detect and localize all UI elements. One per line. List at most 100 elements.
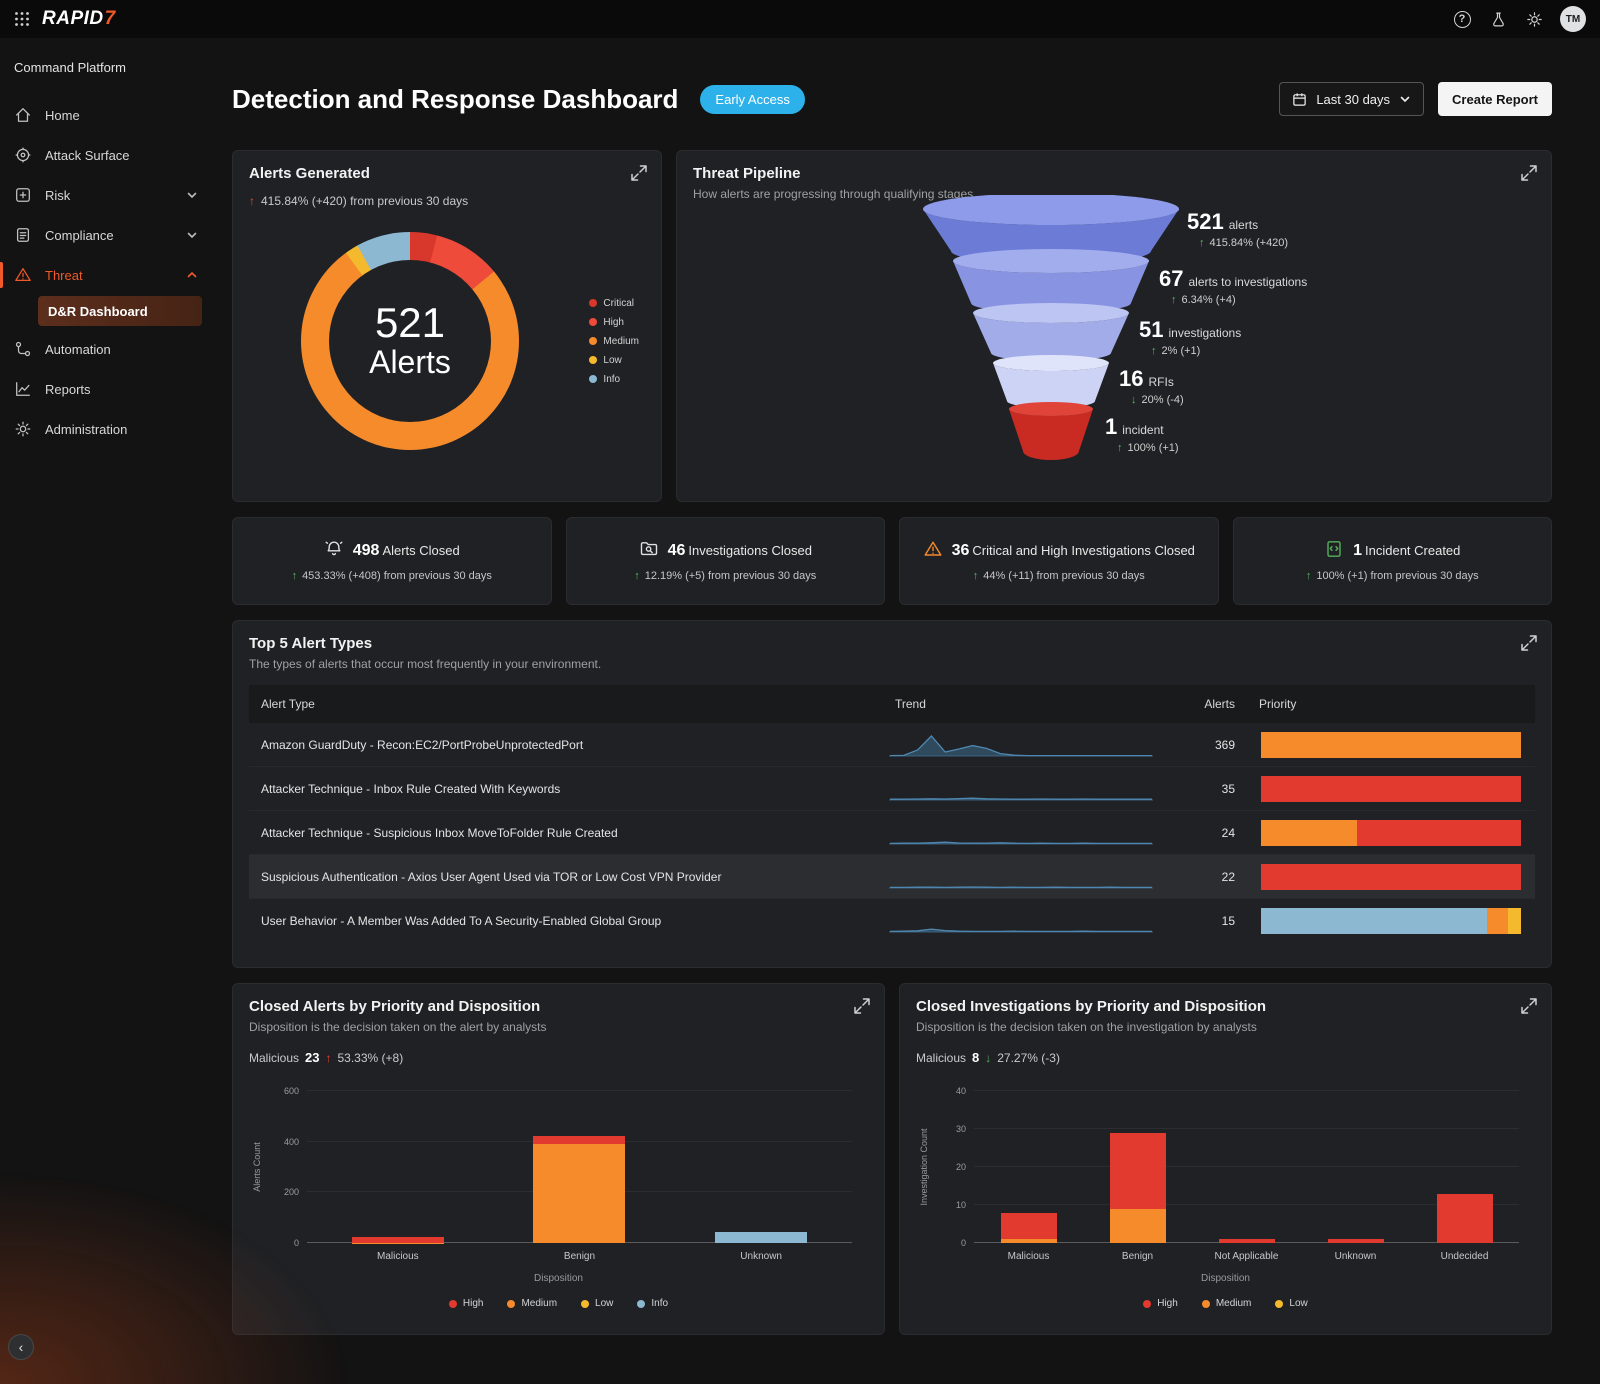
whats-new-beaker-icon[interactable] <box>1488 9 1508 29</box>
trend-sparkline <box>889 774 1153 804</box>
donut-legend-item: Medium <box>589 336 639 347</box>
early-access-badge[interactable]: Early Access <box>700 85 804 114</box>
administration-gear-icon <box>14 420 32 438</box>
sidebar: Command Platform Home Attack Surface Ris… <box>0 38 212 1384</box>
chevron-down-icon <box>1399 93 1411 105</box>
card-title: Closed Investigations by Priority and Di… <box>916 998 1535 1015</box>
category-label: Unknown <box>740 1251 782 1262</box>
compliance-icon <box>14 226 32 244</box>
critical-high-investigations-stat-card: 36Critical and High Investigations Close… <box>899 517 1219 605</box>
x-axis-label: Disposition <box>916 1273 1535 1284</box>
alerts-closed-stat-card: 498Alerts Closed ↑453.33% (+408) from pr… <box>232 517 552 605</box>
sidebar-item-automation[interactable]: Automation <box>0 329 212 369</box>
investigations-closed-stat-card: 46Investigations Closed ↑12.19% (+5) fro… <box>566 517 886 605</box>
sidebar-item-compliance[interactable]: Compliance <box>0 215 212 255</box>
priority-bar <box>1261 820 1521 846</box>
legend-dot <box>589 299 597 307</box>
alert-type-row[interactable]: User Behavior - A Member Was Added To A … <box>249 899 1535 943</box>
y-axis-label: Investigation Count <box>919 1128 929 1205</box>
sidebar-nav: Home Attack Surface Risk Compliance Thre… <box>0 95 212 449</box>
stacked-bar[interactable]: Malicious <box>352 1091 444 1243</box>
y-axis-label: Alerts Count <box>252 1142 262 1192</box>
donut-legend: CriticalHighMediumLowInfo <box>589 298 639 385</box>
home-icon <box>14 106 32 124</box>
date-range-selector[interactable]: Last 30 days <box>1279 82 1424 116</box>
alerts-generated-card: Alerts Generated ↑ 415.84% (+420) from p… <box>232 150 662 502</box>
legend-dot <box>589 356 597 364</box>
alerts-donut-chart[interactable]: 521 Alerts <box>301 232 519 450</box>
sidebar-item-dr-dashboard[interactable]: D&R Dashboard <box>38 296 202 326</box>
category-label: Malicious <box>377 1251 419 1262</box>
stacked-bar[interactable]: Not Applicable <box>1219 1091 1275 1243</box>
risk-icon <box>14 186 32 204</box>
malicious-summary: Malicious 23 ↑ 53.33% (+8) <box>249 1050 868 1065</box>
expand-icon[interactable] <box>1520 997 1538 1015</box>
help-icon[interactable]: ? <box>1452 9 1472 29</box>
app-grid-icon[interactable] <box>14 11 30 27</box>
card-title: Alerts Generated <box>249 165 645 182</box>
category-label: Benign <box>564 1251 595 1262</box>
category-label: Not Applicable <box>1215 1251 1279 1262</box>
expand-icon[interactable] <box>853 997 871 1015</box>
card-title: Threat Pipeline <box>693 165 1535 182</box>
legend-item: High <box>1143 1298 1178 1309</box>
rapid7-logo: RAPID7 <box>42 8 116 30</box>
funnel-stage-label: 67alerts to investigations↑6.34% (+4) <box>1159 266 1307 306</box>
automation-icon <box>14 340 32 358</box>
chart-legend: HighMediumLow <box>916 1298 1535 1309</box>
topbar: RAPID7 ? TM <box>0 0 1600 38</box>
stacked-bar[interactable]: Benign <box>1110 1091 1166 1243</box>
stacked-bar[interactable]: Unknown <box>715 1091 807 1243</box>
sidebar-item-home[interactable]: Home <box>0 95 212 135</box>
sidebar-item-attack-surface[interactable]: Attack Surface <box>0 135 212 175</box>
legend-item: Medium <box>1202 1298 1252 1309</box>
donut-legend-item: Critical <box>589 298 639 309</box>
reports-icon <box>14 380 32 398</box>
funnel-stage-label: 521alerts↑415.84% (+420) <box>1187 209 1288 249</box>
alert-type-row[interactable]: Attacker Technique - Suspicious Inbox Mo… <box>249 811 1535 855</box>
user-avatar[interactable]: TM <box>1560 6 1586 32</box>
sidebar-item-reports[interactable]: Reports <box>0 369 212 409</box>
legend-dot <box>589 337 597 345</box>
sidebar-item-threat[interactable]: Threat <box>0 255 212 295</box>
alert-type-row[interactable]: Suspicious Authentication - Axios User A… <box>249 855 1535 899</box>
closed-investigations-card: Closed Investigations by Priority and Di… <box>899 983 1552 1335</box>
main-content: Detection and Response Dashboard Early A… <box>212 38 1600 1384</box>
priority-bar <box>1261 908 1521 934</box>
stat-delta: ↑100% (+1) from previous 30 days <box>1306 570 1479 582</box>
sidebar-item-risk[interactable]: Risk <box>0 175 212 215</box>
top-alert-types-card: Top 5 Alert Types The types of alerts th… <box>232 620 1552 968</box>
alert-type-row[interactable]: Attacker Technique - Inbox Rule Created … <box>249 767 1535 811</box>
collapse-panel-button[interactable]: ‹ <box>8 1334 34 1360</box>
sidebar-item-administration[interactable]: Administration <box>0 409 212 449</box>
priority-bar <box>1261 776 1521 802</box>
incident-doc-icon <box>1324 539 1344 559</box>
category-label: Benign <box>1122 1251 1153 1262</box>
stacked-bar[interactable]: Benign <box>533 1091 625 1243</box>
alert-type-row[interactable]: Amazon GuardDuty - Recon:EC2/PortProbeUn… <box>249 723 1535 767</box>
chevron-up-icon <box>186 269 198 281</box>
expand-icon[interactable] <box>630 164 648 182</box>
trend-sparkline <box>889 906 1153 936</box>
expand-icon[interactable] <box>1520 164 1538 182</box>
legend-item: Info <box>637 1298 668 1309</box>
threat-alert-icon <box>14 266 32 284</box>
card-subtitle: The types of alerts that occur most freq… <box>249 657 1535 671</box>
y-tick-label: 10 <box>932 1200 966 1210</box>
stacked-bar[interactable]: Undecided <box>1437 1091 1493 1243</box>
settings-gear-icon[interactable] <box>1524 9 1544 29</box>
donut-legend-item: High <box>589 317 639 328</box>
top-alert-types-table: Alert TypeTrendAlertsPriority Amazon Gua… <box>249 685 1535 943</box>
card-subtitle: Disposition is the decision taken on the… <box>249 1020 868 1034</box>
legend-dot <box>589 318 597 326</box>
create-report-button[interactable]: Create Report <box>1438 82 1552 116</box>
card-title: Closed Alerts by Priority and Dispositio… <box>249 998 868 1015</box>
y-tick-label: 0 <box>932 1238 966 1248</box>
stacked-bar[interactable]: Unknown <box>1328 1091 1384 1243</box>
stacked-bar[interactable]: Malicious <box>1001 1091 1057 1243</box>
closed-alerts-card: Closed Alerts by Priority and Dispositio… <box>232 983 885 1335</box>
category-label: Undecided <box>1441 1251 1489 1262</box>
incident-created-stat-card: 1Incident Created ↑100% (+1) from previo… <box>1233 517 1553 605</box>
funnel-stage-label: 16RFIs↓20% (-4) <box>1119 366 1184 406</box>
expand-icon[interactable] <box>1520 634 1538 652</box>
